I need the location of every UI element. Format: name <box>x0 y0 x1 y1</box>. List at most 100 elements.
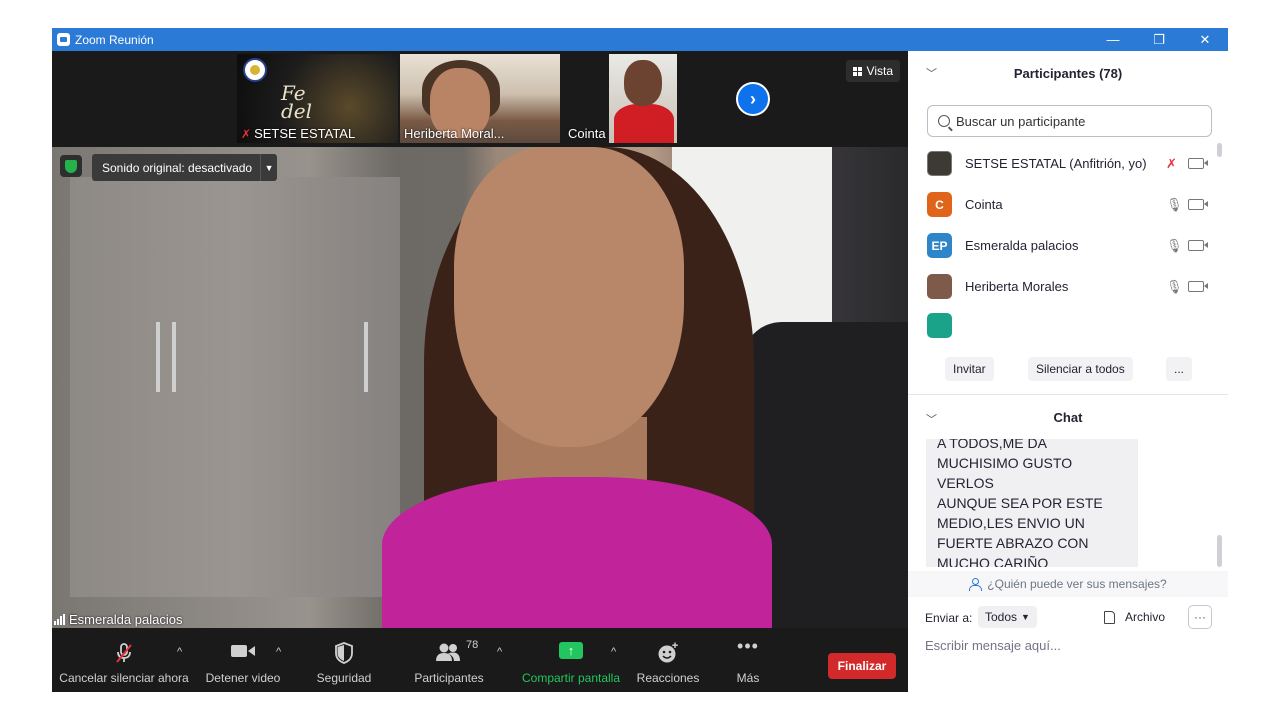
chat-scrollbar[interactable] <box>1217 535 1222 567</box>
chat-message-input[interactable]: Escribir mensaje aquí... <box>925 638 1061 653</box>
background-wardrobe <box>70 177 400 597</box>
avatar <box>927 274 952 299</box>
avatar: EP <box>927 233 952 258</box>
chevron-down-icon: ▼ <box>1021 612 1030 622</box>
participant-row[interactable]: SETSE ESTATAL (Anfitrión, yo) ✗ <box>908 143 1228 184</box>
participant-row[interactable]: Heriberta Morales 🎙 <box>908 266 1228 307</box>
mic-muted-icon: ✗ <box>241 127 252 141</box>
meeting-toolbar: Cancelar silenciar ahora ^ Detener video… <box>52 628 908 692</box>
reactions-button[interactable]: Reacciones <box>635 628 701 692</box>
speaker-face <box>454 147 684 447</box>
participants-options-chevron-icon[interactable]: ^ <box>497 646 502 658</box>
participants-list: SETSE ESTATAL (Anfitrión, yo) ✗ C Cointa… <box>908 143 1228 343</box>
organization-logo <box>243 58 267 82</box>
participant-row[interactable]: C Cointa 🎙 <box>908 184 1228 225</box>
file-button[interactable]: Archivo <box>1104 606 1165 628</box>
participants-icon <box>435 642 461 665</box>
chat-send-row: Enviar a: Todos ▼ Archivo ··· <box>908 605 1228 631</box>
participants-actions: Invitar Silenciar a todos ... <box>908 357 1228 385</box>
thumbnail-script-text: Fe del <box>281 81 313 123</box>
invite-button[interactable]: Invitar <box>945 357 994 381</box>
video-person <box>614 104 674 143</box>
participants-count: 78 <box>466 639 479 651</box>
mic-muted-icon <box>113 642 135 667</box>
thumbnail-cointa[interactable]: Cointa <box>562 54 677 143</box>
send-to-label: Enviar a: <box>925 611 973 625</box>
participants-title: Participantes (78) <box>1013 65 1123 81</box>
main-video[interactable]: Sonido original: desactivado ▼ Esmeralda… <box>52 147 908 628</box>
chat-message: A TODOS,ME DA MUCHISIMO GUSTO VERLOS AUN… <box>926 439 1138 567</box>
camera-icon[interactable] <box>1188 281 1208 292</box>
participant-row[interactable]: EP Esmeralda palacios 🎙 <box>908 225 1228 266</box>
send-to-dropdown[interactable]: Todos ▼ <box>978 606 1037 628</box>
video-options-chevron-icon[interactable]: ^ <box>276 646 281 658</box>
background-detail <box>156 322 160 392</box>
minimize-button[interactable]: — <box>1090 28 1136 51</box>
more-dots-icon: ••• <box>737 636 759 656</box>
side-panel: ﹀ Participantes (78) Buscar un participa… <box>908 51 1228 692</box>
participants-more-button[interactable]: ... <box>1166 357 1193 381</box>
window-title: Zoom Reunión <box>75 32 154 47</box>
thumbnail-name: Heriberta Moral... <box>404 126 505 141</box>
close-button[interactable]: ✕ <box>1182 28 1228 51</box>
share-screen-button[interactable]: ↑ Compartir pantalla <box>520 628 622 692</box>
chevron-down-icon[interactable]: ▼ <box>260 154 277 181</box>
chat-more-button[interactable]: ··· <box>1188 605 1212 629</box>
participant-search-input[interactable]: Buscar un participante <box>927 105 1212 137</box>
security-shield-icon <box>334 642 354 667</box>
participant-row[interactable] <box>908 307 1228 343</box>
stop-video-button[interactable]: Detener video <box>202 628 284 692</box>
maximize-button[interactable]: ❐ <box>1136 28 1182 51</box>
speaker-name-label: Esmeralda palacios <box>54 612 182 627</box>
next-page-icon[interactable]: › <box>736 82 770 116</box>
view-button[interactable]: Vista <box>845 60 900 82</box>
original-sound-toggle[interactable]: Sonido original: desactivado ▼ <box>92 154 278 181</box>
mic-muted-icon[interactable]: ✗ <box>1166 156 1177 172</box>
participants-scrollbar[interactable] <box>1217 143 1222 157</box>
thumbnail-heriberta[interactable]: Heriberta Moral... <box>400 54 560 143</box>
meeting-area: Fe del ✗ SETSE ESTATAL Heriberta Moral...… <box>52 51 908 692</box>
share-screen-icon: ↑ <box>559 642 583 659</box>
avatar: C <box>927 192 952 217</box>
speaker-clothing <box>382 477 772 628</box>
camera-icon[interactable] <box>1188 199 1208 210</box>
end-meeting-button[interactable]: Finalizar <box>828 653 896 679</box>
search-icon <box>938 115 950 127</box>
file-icon <box>1104 610 1115 624</box>
grid-view-icon <box>852 66 862 76</box>
avatar <box>927 151 952 176</box>
video-person-face <box>624 60 662 106</box>
reactions-smiley-icon <box>657 642 679 667</box>
signal-strength-icon <box>54 614 65 625</box>
participants-button[interactable]: 78 Participantes <box>412 628 486 692</box>
video-camera-icon <box>230 642 256 663</box>
background-detail <box>172 322 176 392</box>
share-options-chevron-icon[interactable]: ^ <box>611 646 616 658</box>
camera-icon[interactable] <box>1188 158 1208 169</box>
zoom-window: Zoom Reunión — ❐ ✕ Fe del ✗ SETSE ESTATAL… <box>52 28 1228 692</box>
chat-title: Chat <box>1053 409 1083 425</box>
camera-icon[interactable] <box>1188 240 1208 251</box>
avatar <box>927 313 952 338</box>
thumbnail-strip: Fe del ✗ SETSE ESTATAL Heriberta Moral...… <box>52 51 908 147</box>
thumbnail-name: ✗ SETSE ESTATAL <box>241 126 356 141</box>
chat-messages: A TODOS,ME DA MUCHISIMO GUSTO VERLOS AUN… <box>908 439 1228 567</box>
encryption-shield-icon[interactable] <box>60 155 82 177</box>
more-button[interactable]: ••• Más <box>727 628 769 692</box>
zoom-app-icon <box>57 33 70 46</box>
window-controls: — ❐ ✕ <box>1090 28 1228 51</box>
original-sound-label: Sonido original: desactivado <box>102 160 253 175</box>
mic-icon[interactable]: 🎙 <box>1166 279 1183 295</box>
person-icon <box>969 578 983 591</box>
mic-icon[interactable]: 🎙 <box>1166 238 1183 254</box>
security-button[interactable]: Seguridad <box>307 628 381 692</box>
who-can-see-link[interactable]: ¿Quién puede ver sus mensajes? <box>908 571 1228 597</box>
title-bar: Zoom Reunión — ❐ ✕ <box>52 28 1228 51</box>
thumbnail-name: Cointa <box>568 126 606 141</box>
thumbnail-setse[interactable]: Fe del ✗ SETSE ESTATAL <box>237 54 398 143</box>
unmute-button[interactable]: Cancelar silenciar ahora <box>59 628 189 692</box>
mute-all-button[interactable]: Silenciar a todos <box>1028 357 1133 381</box>
background-detail <box>364 322 368 392</box>
mic-icon[interactable]: 🎙 <box>1166 197 1183 213</box>
audio-options-chevron-icon[interactable]: ^ <box>177 646 182 658</box>
